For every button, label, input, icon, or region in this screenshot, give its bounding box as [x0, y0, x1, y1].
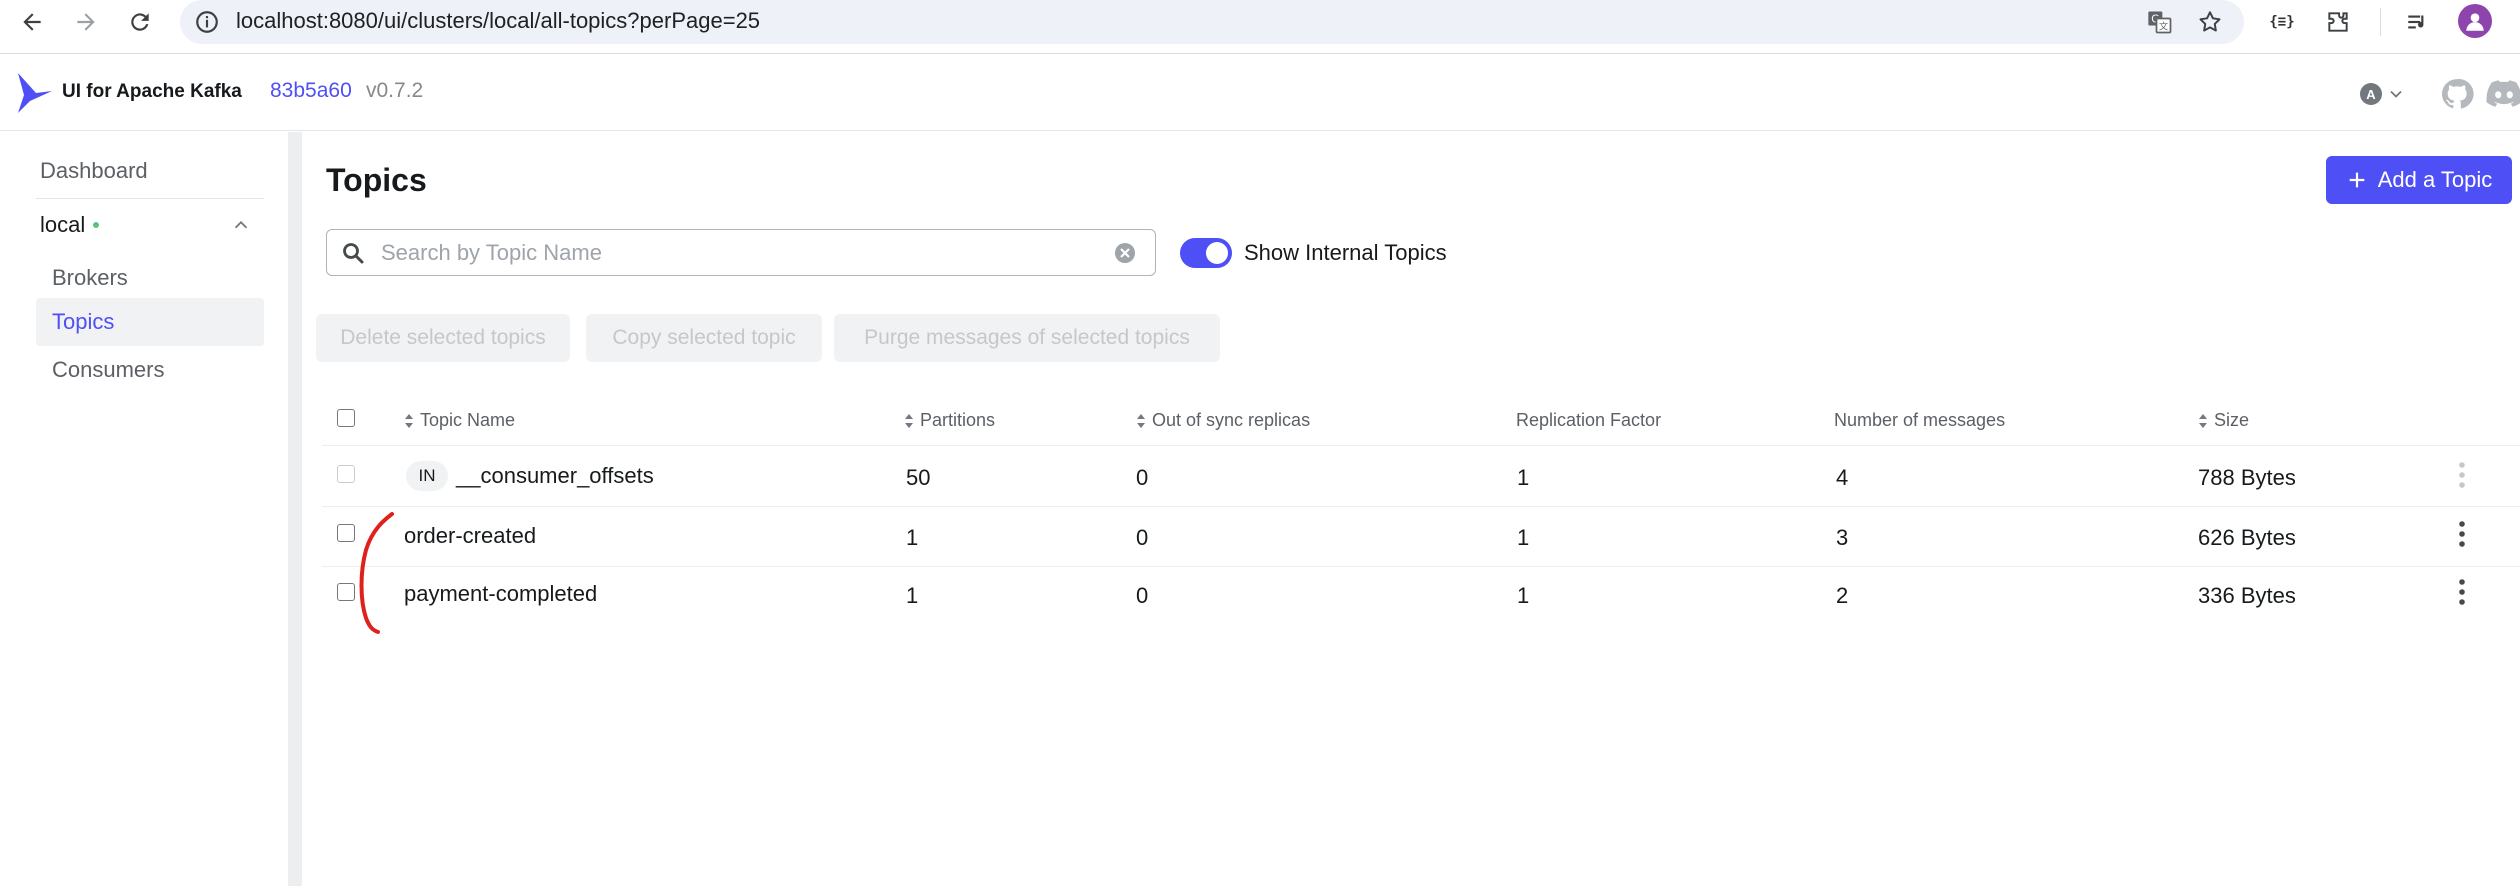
sidebar-item-dashboard[interactable]: Dashboard [40, 158, 148, 184]
red-bracket-annotation [359, 512, 394, 634]
language-icon: A [2360, 83, 2382, 105]
app-header: UI for Apache Kafka 83b5a60 v0.7.2 A [0, 55, 2520, 131]
sidebar-divider [36, 198, 264, 199]
cluster-name: local [40, 212, 86, 237]
add-topic-label: Add a Topic [2377, 167, 2493, 192]
browser-toolbar: localhost:8080/ui/clusters/local/all-top… [0, 0, 2520, 54]
out-of-sync-cell: 0 [1136, 583, 1149, 608]
language-selector[interactable]: A [2360, 81, 2416, 107]
row-checkbox[interactable] [337, 465, 355, 483]
page-title: Topics [326, 162, 427, 198]
row-divider [322, 506, 2520, 507]
topic-name-link[interactable]: payment-completed [404, 581, 597, 607]
translate-icon[interactable]: G文 [2144, 6, 2176, 38]
internal-topic-badge: IN [406, 461, 448, 491]
reload-icon[interactable] [118, 2, 162, 42]
column-header-label: Topic Name [420, 410, 516, 430]
messages-cell: 4 [1836, 465, 1849, 490]
replication-cell: 1 [1517, 583, 1530, 608]
version-label: v0.7.2 [366, 79, 424, 102]
sort-icon [1137, 413, 1145, 428]
more-options-icon[interactable] [2457, 578, 2467, 606]
back-arrow-icon[interactable] [10, 2, 54, 42]
column-header-label: Number of messages [1834, 410, 2006, 430]
chevron-down-icon [2390, 90, 2402, 98]
column-header-label: Out of sync replicas [1152, 410, 1311, 430]
size-cell: 336 Bytes [2198, 583, 2296, 608]
url-text: localhost:8080/ui/clusters/local/all-top… [236, 8, 761, 33]
sidebar-item-brokers[interactable]: Brokers [36, 254, 264, 302]
chevron-up-icon[interactable] [230, 214, 252, 236]
partitions-cell: 1 [906, 583, 919, 608]
out-of-sync-cell: 0 [1136, 525, 1149, 550]
messages-cell: 2 [1836, 583, 1849, 608]
row-divider [322, 566, 2520, 567]
messages-cell: 3 [1836, 525, 1849, 550]
search-icon [343, 243, 364, 264]
sidebar-item-label: Brokers [52, 265, 128, 290]
discord-icon[interactable] [2486, 79, 2520, 109]
row-checkbox[interactable] [337, 524, 355, 542]
partitions-cell: 1 [906, 525, 919, 550]
add-topic-button[interactable]: Add a Topic [2326, 156, 2512, 204]
address-bar[interactable]: localhost:8080/ui/clusters/local/all-top… [180, 0, 2244, 44]
bookmark-star-icon[interactable] [2194, 6, 2226, 38]
more-options-icon[interactable] [2457, 461, 2467, 489]
clear-search-icon[interactable] [1113, 241, 1137, 265]
column-header-partitions[interactable]: Partitions [904, 410, 995, 431]
delete-selected-topics-button[interactable]: Delete selected topics [316, 314, 570, 362]
column-header-size[interactable]: Size [2198, 410, 2249, 431]
column-header-label: Replication Factor [1516, 410, 1662, 430]
column-header-out-of-sync[interactable]: Out of sync replicas [1136, 410, 1310, 431]
media-queue-icon[interactable] [2400, 4, 2436, 40]
column-header-replication-factor: Replication Factor [1516, 410, 1661, 431]
kafka-logo-icon[interactable] [14, 71, 54, 115]
sidebar-scrollbar[interactable] [288, 132, 302, 886]
cluster-online-indicator [93, 222, 100, 228]
topic-search-box [326, 229, 1156, 276]
topic-name-link[interactable]: __consumer_offsets [456, 463, 654, 489]
github-icon[interactable] [2440, 77, 2474, 111]
out-of-sync-cell: 0 [1136, 465, 1149, 490]
topic-search-input[interactable] [381, 230, 1081, 275]
forward-arrow-icon[interactable] [64, 2, 108, 42]
column-header-number-of-messages: Number of messages [1834, 410, 2005, 431]
column-header-label: Size [2214, 410, 2250, 430]
select-all-checkbox[interactable] [337, 409, 355, 427]
copy-selected-topic-button[interactable]: Copy selected topic [586, 314, 822, 362]
plus-icon [2349, 172, 2365, 188]
toolbar-divider [2380, 8, 2381, 36]
site-info-icon[interactable] [194, 9, 220, 35]
commit-link[interactable]: 83b5a60 [270, 79, 352, 103]
sort-icon [405, 413, 413, 428]
purge-messages-button[interactable]: Purge messages of selected topics [834, 314, 1220, 362]
column-header-label: Partitions [920, 410, 996, 430]
svg-text:文: 文 [2159, 21, 2168, 33]
show-internal-topics-toggle[interactable] [1180, 238, 1232, 268]
toggle-knob [1206, 242, 1228, 264]
sidebar-cluster-local[interactable]: local [40, 212, 100, 238]
sidebar-item-topics[interactable]: Topics [36, 298, 264, 346]
size-cell: 788 Bytes [2198, 465, 2296, 490]
table-header-divider [322, 445, 2520, 446]
more-options-icon[interactable] [2457, 520, 2467, 548]
sort-icon [905, 413, 913, 428]
column-header-topic-name[interactable]: Topic Name [404, 410, 515, 431]
sidebar: Dashboard local Brokers Topics Consumers [0, 132, 288, 886]
replication-cell: 1 [1517, 465, 1530, 490]
extensions-puzzle-icon[interactable] [2320, 4, 2356, 40]
topic-name-link[interactable]: order-created [404, 523, 536, 549]
sidebar-item-label: Topics [52, 309, 115, 334]
app-title[interactable]: UI for Apache Kafka [62, 81, 242, 103]
sort-icon [2199, 413, 2207, 428]
profile-avatar[interactable] [2458, 4, 2492, 38]
replication-cell: 1 [1517, 525, 1530, 550]
row-checkbox[interactable] [337, 583, 355, 601]
size-cell: 626 Bytes [2198, 525, 2296, 550]
extension-json-icon[interactable]: {≡} [2264, 4, 2300, 40]
sidebar-item-consumers[interactable]: Consumers [36, 346, 264, 394]
partitions-cell: 50 [906, 465, 931, 490]
sidebar-item-label: Consumers [52, 357, 165, 382]
show-internal-topics-label: Show Internal Topics [1244, 240, 1447, 265]
